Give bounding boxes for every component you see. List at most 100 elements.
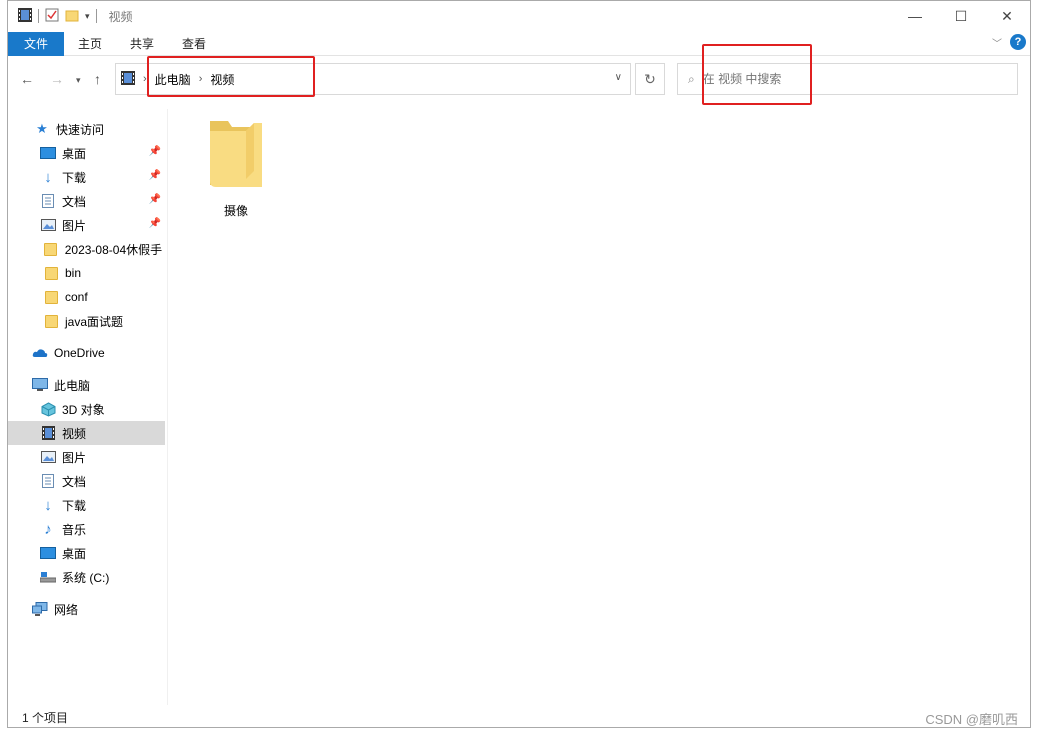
pin-icon[interactable]: 📌: [149, 218, 161, 229]
folder-icon: [43, 289, 59, 305]
highlight-box-search: [702, 44, 812, 105]
separator: [95, 9, 97, 23]
search-icon: ⌕: [688, 71, 695, 86]
close-button[interactable]: ✕: [984, 1, 1030, 31]
address-dropdown-chevron-icon[interactable]: ∨: [615, 72, 622, 83]
tab-share[interactable]: 共享: [116, 32, 168, 56]
sidebar-item-desktop[interactable]: 桌面 📌: [8, 141, 165, 165]
sidebar-item-network[interactable]: 网络: [8, 597, 165, 621]
sidebar-item-label: 桌面: [62, 546, 87, 561]
refresh-button[interactable]: ↻: [635, 63, 665, 95]
sidebar-item-quick-access[interactable]: ★ 快速访问: [8, 117, 165, 141]
navigation-pane: ★ 快速访问 桌面 📌 ↓ 下载 📌 文档 📌 图片 📌 2023-08-04休…: [8, 109, 168, 705]
sidebar-item-videos[interactable]: 视频: [8, 421, 165, 445]
sidebar-item-folder[interactable]: bin: [8, 261, 165, 285]
sidebar-item-label: 文档: [62, 194, 87, 209]
sidebar-item-label: 桌面: [62, 146, 87, 161]
sidebar-item-label: java面试题: [65, 314, 124, 329]
pin-icon[interactable]: 📌: [149, 194, 161, 205]
music-note-icon: ♪: [44, 520, 52, 538]
sidebar-item-downloads[interactable]: ↓ 下载: [8, 493, 165, 517]
highlight-box-address: [147, 56, 315, 97]
up-arrow-icon[interactable]: ↑: [94, 71, 101, 87]
window-controls: — ☐ ✕: [892, 1, 1030, 31]
tab-home[interactable]: 主页: [64, 32, 116, 56]
folder-name: 摄像: [223, 204, 248, 218]
sidebar-item-label: bin: [65, 266, 82, 280]
computer-icon: [32, 377, 48, 393]
window-title: 视频: [108, 9, 133, 24]
folder-icon: [43, 313, 59, 329]
sidebar-item-label: 网络: [54, 602, 79, 617]
sidebar-item-3d-objects[interactable]: 3D 对象: [8, 397, 165, 421]
folder-icon: [43, 241, 59, 257]
picture-icon: [40, 449, 56, 465]
cube-icon: [40, 401, 56, 417]
sidebar-item-this-pc[interactable]: 此电脑: [8, 373, 165, 397]
folder-item[interactable]: 摄像: [196, 117, 276, 227]
properties-icon[interactable]: [45, 8, 59, 25]
sidebar-item-label: 图片: [62, 450, 87, 465]
document-icon: [40, 193, 56, 209]
help-button[interactable]: ?: [1010, 34, 1026, 50]
sidebar-item-documents[interactable]: 文档: [8, 469, 165, 493]
back-arrow-icon[interactable]: ←: [20, 71, 34, 87]
file-list: 摄像: [170, 109, 1030, 705]
sidebar-item-onedrive[interactable]: OneDrive: [8, 341, 165, 365]
item-count: 1 个项目: [22, 710, 69, 725]
status-bar: 1 个项目: [8, 706, 1030, 727]
drive-icon: [40, 569, 56, 585]
explorer-window: ▾ 视频 — ☐ ✕ 文件 主页 共享 查看 ﹀ ? ← → ▾ ↑ › 此电脑…: [7, 0, 1031, 728]
separator: [38, 9, 39, 23]
sidebar-item-pictures[interactable]: 图片 📌: [8, 213, 165, 237]
sidebar-item-label: 下载: [62, 498, 87, 513]
sidebar-item-documents[interactable]: 文档 📌: [8, 189, 165, 213]
sidebar-item-label: conf: [65, 290, 88, 304]
sidebar-item-downloads[interactable]: ↓ 下载 📌: [8, 165, 165, 189]
quick-access-toolbar: ▾ 视频: [8, 7, 133, 25]
sidebar-item-label: 2023-08-04休假手: [64, 242, 163, 257]
customize-qat-chevron-icon[interactable]: ▾: [85, 11, 90, 22]
sidebar-item-label: 3D 对象: [62, 402, 105, 417]
forward-arrow-icon[interactable]: →: [50, 71, 64, 87]
star-icon: ★: [36, 121, 48, 136]
sidebar-item-label: 此电脑: [54, 378, 91, 393]
ribbon-tabs: 文件 主页 共享 查看 ﹀ ?: [8, 31, 1030, 56]
refresh-icon: ↻: [644, 70, 656, 87]
pin-icon[interactable]: 📌: [149, 146, 161, 157]
video-folder-icon: [40, 425, 56, 441]
document-icon: [40, 473, 56, 489]
sidebar-item-pictures[interactable]: 图片: [8, 445, 165, 469]
network-icon: [32, 601, 48, 617]
recent-locations-chevron-icon[interactable]: ▾: [76, 75, 81, 86]
sidebar-item-desktop[interactable]: 桌面: [8, 541, 165, 565]
desktop-icon: [40, 145, 56, 161]
ribbon-right: ﹀ ?: [992, 34, 1026, 50]
sidebar-item-label: 图片: [62, 218, 87, 233]
maximize-button[interactable]: ☐: [938, 1, 984, 31]
watermark: CSDN @磨叽西: [925, 712, 1018, 727]
sidebar-item-label: 文档: [62, 474, 87, 489]
picture-icon: [40, 217, 56, 233]
tab-file[interactable]: 文件: [8, 31, 65, 56]
minimize-button[interactable]: —: [892, 1, 938, 31]
tab-view[interactable]: 查看: [168, 32, 220, 56]
expand-ribbon-chevron-icon[interactable]: ﹀: [992, 35, 1002, 50]
sidebar-item-label: 快速访问: [56, 122, 105, 137]
sidebar-item-system-drive[interactable]: 系统 (C:): [8, 565, 165, 589]
pin-icon[interactable]: 📌: [149, 170, 161, 181]
sidebar-item-folder[interactable]: java面试题: [8, 309, 165, 333]
sidebar-item-folder[interactable]: conf: [8, 285, 165, 309]
sidebar-item-label: 下载: [62, 170, 87, 185]
sidebar-item-label: OneDrive: [54, 346, 105, 360]
video-location-icon: [121, 70, 135, 88]
sidebar-item-label: 视频: [62, 426, 87, 441]
new-folder-icon[interactable]: [65, 8, 79, 25]
sidebar-item-folder[interactable]: 2023-08-04休假手: [8, 237, 165, 261]
folder-icon: [43, 265, 59, 281]
desktop-icon: [40, 545, 56, 561]
download-arrow-icon: ↓: [44, 496, 52, 514]
large-folder-icon: [206, 117, 266, 194]
sidebar-item-music[interactable]: ♪ 音乐: [8, 517, 165, 541]
video-folder-icon: [18, 7, 32, 25]
